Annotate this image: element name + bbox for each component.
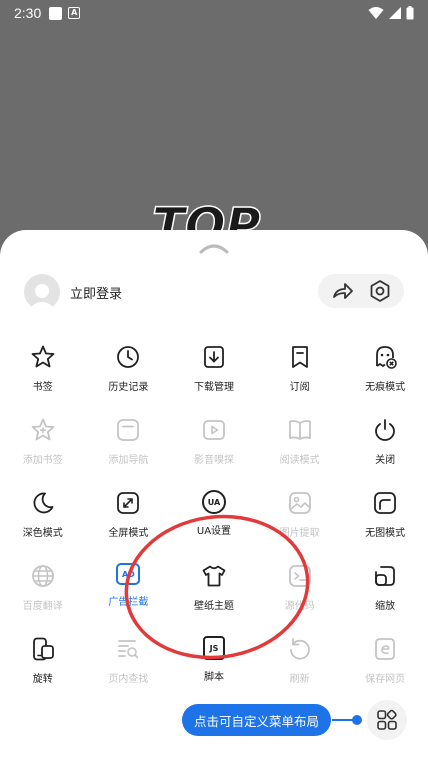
menu-item-wallpaper-theme[interactable]: 壁纸主题: [171, 557, 257, 630]
menu-item-label: 刷新: [289, 674, 310, 685]
rotate-icon: [32, 637, 54, 661]
menu-item-label: 源代码: [284, 601, 315, 612]
wifi-icon: [368, 7, 384, 19]
terminal-icon: [288, 565, 311, 587]
menu-item-label: 影音嗅探: [193, 455, 234, 466]
notification-icon: [49, 6, 63, 20]
add-nav-icon: [117, 419, 140, 441]
menu-sheet: 立即登录 书签 历史记录 下载管理 订阅 无痕模式 添加书签 添加导航 影音嗅探…: [0, 230, 428, 760]
status-bar: 2:30 A: [0, 0, 428, 26]
menu-item-dark-mode[interactable]: 深色模式: [0, 484, 86, 557]
moon-icon: [33, 492, 54, 514]
menu-item-find-in-page[interactable]: 页内查找: [86, 630, 172, 703]
download-icon: [204, 346, 224, 368]
play-icon: [203, 420, 225, 440]
menu-item-reading-mode[interactable]: 阅读模式: [257, 411, 343, 484]
star-add-icon: [31, 418, 55, 441]
menu-item-label: 订阅: [289, 382, 310, 393]
menu-item-bookmarks[interactable]: 书签: [0, 338, 86, 411]
settings-icon[interactable]: [368, 279, 392, 303]
menu-item-label: 阅读模式: [279, 455, 320, 466]
collapse-handle-icon[interactable]: [199, 242, 229, 254]
battery-icon: [406, 6, 414, 20]
menu-item-subscriptions[interactable]: 订阅: [257, 338, 343, 411]
grid-layout-icon: [377, 709, 397, 730]
menu-item-no-image-mode[interactable]: 无图模式: [342, 484, 428, 557]
save-page-icon: [375, 638, 396, 660]
power-icon: [375, 419, 396, 441]
no-image-icon: [374, 492, 397, 514]
login-label[interactable]: 立即登录: [70, 283, 122, 302]
menu-item-media-sniff[interactable]: 影音嗅探: [171, 411, 257, 484]
menu-item-incognito[interactable]: 无痕模式: [342, 338, 428, 411]
book-icon: [288, 420, 311, 440]
menu-item-translate[interactable]: 百度翻译: [0, 557, 86, 630]
menu-item-label: 历史记录: [108, 382, 149, 393]
menu-item-label: 书签: [32, 382, 53, 393]
menu-item-scripts[interactable]: JS 脚本: [171, 630, 257, 703]
menu-item-rotate[interactable]: 旋转: [0, 630, 86, 703]
menu-item-label: 图片提取: [279, 528, 320, 539]
menu-item-label: 保存网页: [365, 674, 406, 685]
image-icon: [288, 492, 311, 514]
clock-icon: [117, 346, 140, 368]
bookmark-icon: [291, 346, 308, 368]
menu-item-close[interactable]: 关闭: [342, 411, 428, 484]
app-notification-icon: A: [68, 7, 81, 19]
menu-item-add-navigation[interactable]: 添加导航: [86, 411, 172, 484]
menu-item-add-bookmark[interactable]: 添加书签: [0, 411, 86, 484]
menu-grid: 书签 历史记录 下载管理 订阅 无痕模式 添加书签 添加导航 影音嗅探 阅读模式…: [0, 338, 428, 703]
user-icon: [28, 284, 56, 310]
tooltip-connector: [332, 719, 354, 721]
js-icon: JS: [202, 636, 225, 660]
menu-item-save-page[interactable]: 保存网页: [342, 630, 428, 703]
menu-item-history[interactable]: 历史记录: [86, 338, 172, 411]
status-time: 2:30: [14, 5, 42, 21]
menu-item-label: UA设置: [196, 526, 232, 537]
star-icon: [31, 345, 55, 368]
menu-item-ad-block[interactable]: AD 广告拦截: [86, 557, 172, 630]
menu-item-label: 关闭: [375, 455, 396, 466]
menu-item-image-extract[interactable]: 图片提取: [257, 484, 343, 557]
avatar[interactable]: [24, 274, 60, 310]
refresh-icon: [289, 638, 310, 660]
menu-item-label: 页内查找: [108, 674, 149, 685]
menu-item-ua-settings[interactable]: UA UA设置: [171, 484, 257, 557]
customize-tooltip[interactable]: 点击可自定义菜单布局: [182, 704, 332, 736]
menu-item-label: 脚本: [203, 672, 224, 683]
ad-block-icon: AD: [116, 563, 141, 585]
menu-item-source-code[interactable]: 源代码: [257, 557, 343, 630]
tooltip-dot: [352, 715, 362, 725]
globe-icon: [31, 565, 54, 587]
menu-item-label: 深色模式: [22, 528, 63, 539]
menu-item-refresh[interactable]: 刷新: [257, 630, 343, 703]
menu-item-label: 缩放: [375, 601, 396, 612]
quick-actions: [318, 274, 404, 308]
menu-item-label: 壁纸主题: [193, 601, 234, 612]
menu-item-label: 百度翻译: [22, 601, 63, 612]
menu-item-zoom[interactable]: 缩放: [342, 557, 428, 630]
fullscreen-icon: [117, 492, 140, 514]
login-row[interactable]: 立即登录: [24, 274, 122, 310]
menu-item-label: 下载管理: [193, 382, 234, 393]
menu-item-downloads[interactable]: 下载管理: [171, 338, 257, 411]
tshirt-icon: [202, 565, 226, 587]
menu-item-label: 无痕模式: [365, 382, 406, 393]
menu-item-label: 添加书签: [22, 455, 63, 466]
menu-item-fullscreen[interactable]: 全屏模式: [86, 484, 172, 557]
share-icon[interactable]: [331, 279, 355, 303]
ua-icon: UA: [201, 490, 226, 514]
menu-item-label: 无图模式: [365, 528, 406, 539]
customize-layout-button[interactable]: [367, 700, 407, 740]
find-in-page-icon: [118, 640, 139, 659]
zoom-icon: [375, 566, 396, 586]
menu-item-label: 广告拦截: [108, 597, 149, 608]
signal-icon: [389, 7, 401, 19]
menu-item-label: 添加导航: [108, 455, 149, 466]
menu-item-label: 旋转: [32, 674, 53, 685]
ghost-icon: [376, 346, 397, 369]
menu-item-label: 全屏模式: [108, 528, 149, 539]
